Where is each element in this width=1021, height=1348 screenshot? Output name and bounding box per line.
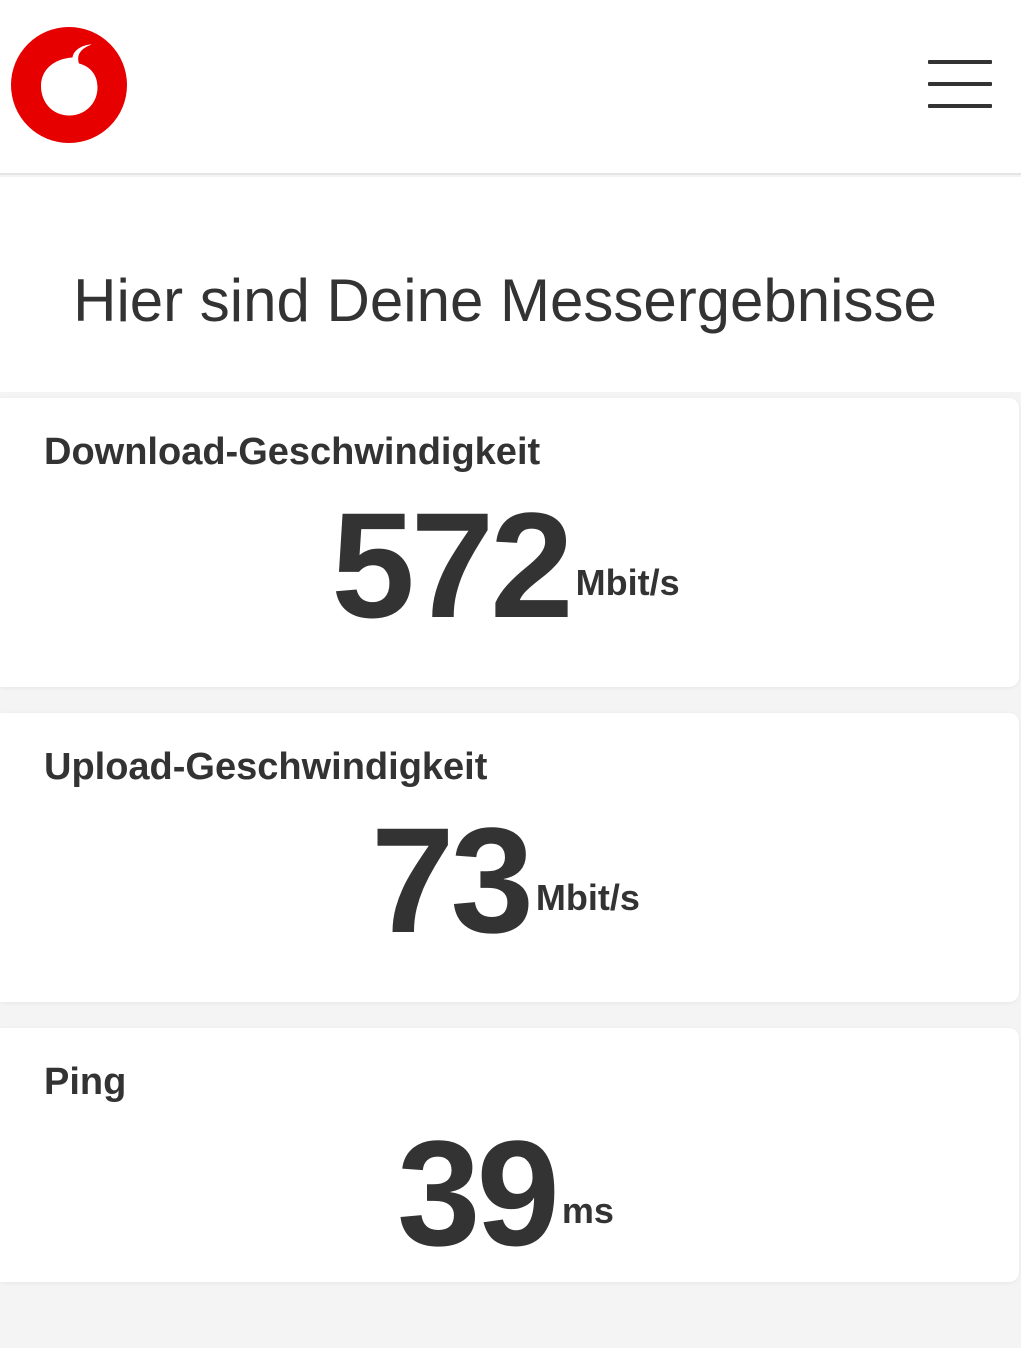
ping-card: Ping 39 ms <box>0 1028 1019 1282</box>
page-title: Hier sind Deine Messergebnisse <box>73 267 937 334</box>
download-speed-card: Download-Geschwindigkeit 572 Mbit/s <box>0 398 1019 687</box>
menu-bar-line <box>928 104 992 108</box>
download-speed-label: Download-Geschwindigkeit <box>44 431 541 473</box>
menu-bar-line <box>928 82 992 86</box>
ping-unit: ms <box>561 1190 614 1231</box>
upload-speed-label: Upload-Geschwindigkeit <box>44 746 488 788</box>
download-speed-metric: 572 Mbit/s <box>0 490 1019 640</box>
menu-bar-line <box>928 60 992 64</box>
site-header <box>0 0 1021 175</box>
upload-speed-unit: Mbit/s <box>535 877 640 918</box>
ping-value: 39 <box>397 1109 560 1277</box>
upload-speed-value: 73 <box>371 796 534 964</box>
ping-metric: 39 ms <box>0 1118 1019 1268</box>
download-speed-unit: Mbit/s <box>575 562 680 603</box>
upload-speed-card: Upload-Geschwindigkeit 73 Mbit/s <box>0 713 1019 1002</box>
vodafone-logo-icon[interactable] <box>11 27 127 143</box>
download-speed-value: 572 <box>331 481 573 649</box>
title-section: Hier sind Deine Messergebnisse <box>0 177 1021 392</box>
upload-speed-metric: 73 Mbit/s <box>0 805 1019 955</box>
ping-label: Ping <box>44 1061 127 1103</box>
hamburger-menu-icon[interactable] <box>922 52 998 116</box>
